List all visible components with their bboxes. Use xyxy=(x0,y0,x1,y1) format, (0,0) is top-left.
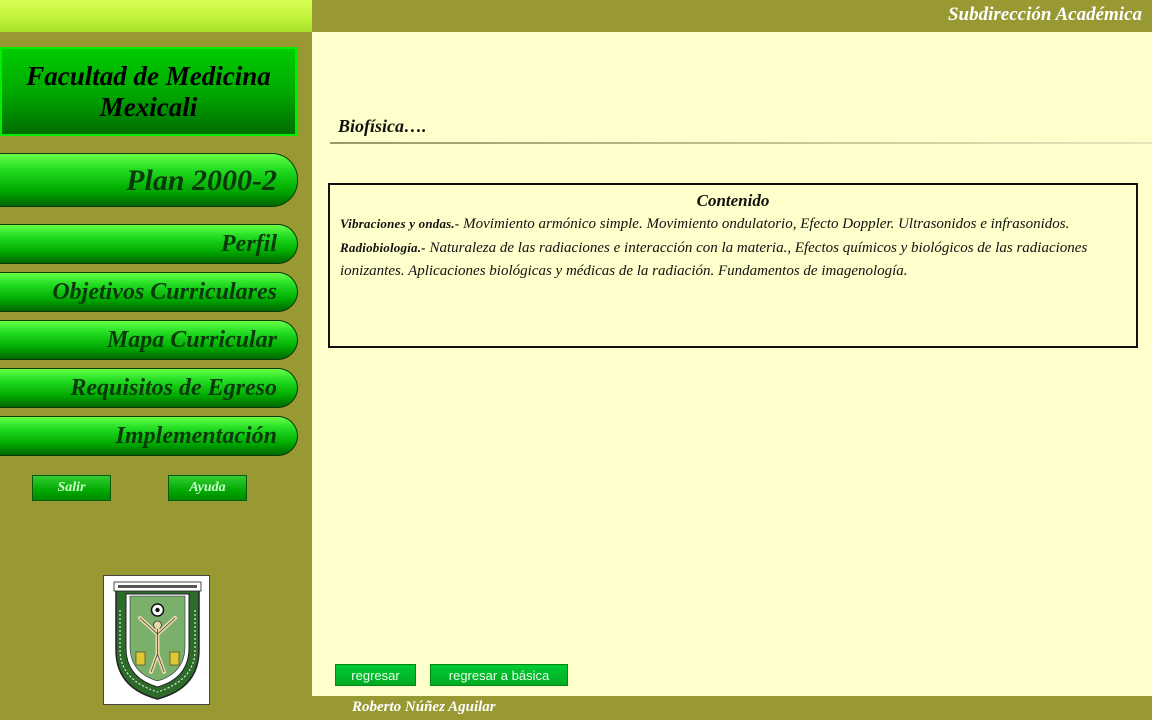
nav-implementacion-label: Implementación xyxy=(115,423,277,449)
header-title: Subdirección Académica xyxy=(947,4,1142,25)
main-panel xyxy=(312,32,1152,696)
back-button[interactable]: regresar xyxy=(335,664,416,686)
nav-requisitos-label: Requisitos de Egreso xyxy=(70,375,277,401)
nav-plan-button[interactable]: Plan 2000-2 xyxy=(0,153,298,207)
back-to-basic-button[interactable]: regresar a básica xyxy=(430,664,568,686)
nav-mapa-label: Mapa Curricular xyxy=(106,327,277,353)
help-button[interactable]: Ayuda xyxy=(168,475,247,501)
content-item-term: Vibraciones y ondas.- xyxy=(340,216,460,231)
content-item-term: Radiobiología.- xyxy=(340,240,426,255)
nav-perfil-button[interactable]: Perfil xyxy=(0,224,298,264)
university-seal-icon xyxy=(113,581,202,700)
footer-author: Roberto Núñez Aguilar xyxy=(352,699,496,715)
faculty-city: Mexicali xyxy=(99,91,198,122)
nav-perfil-label: Perfil xyxy=(221,231,277,257)
content-item: Vibraciones y ondas.- Movimiento armónic… xyxy=(340,212,1126,236)
nav-mapa-button[interactable]: Mapa Curricular xyxy=(0,320,298,360)
footer-bar: Roberto Núñez Aguilar xyxy=(312,696,1152,720)
nav-implementacion-button[interactable]: Implementación xyxy=(0,416,298,456)
nav-plan-label: Plan 2000-2 xyxy=(126,164,277,197)
faculty-name: Facultad de Medicina xyxy=(26,60,271,91)
top-bar: Subdirección Académica xyxy=(312,0,1152,32)
content-item-description: Movimiento armónico simple. Movimiento o… xyxy=(459,216,1070,232)
top-green-strip xyxy=(0,0,312,32)
section-divider xyxy=(330,142,1152,144)
nav-requisitos-button[interactable]: Requisitos de Egreso xyxy=(0,368,298,408)
seal-frame xyxy=(103,575,210,705)
content-item-description: Naturaleza de las radiaciones e interacc… xyxy=(340,240,1088,279)
nav-objetivos-label: Objetivos Curriculares xyxy=(52,279,277,305)
content-item: Radiobiología.- Naturaleza de las radiac… xyxy=(340,236,1126,283)
section-heading: Biofísica…. xyxy=(338,116,427,136)
exit-button[interactable]: Salir xyxy=(32,475,111,501)
faculty-title-box: Facultad de Medicina Mexicali xyxy=(0,47,297,136)
nav-objetivos-button[interactable]: Objetivos Curriculares xyxy=(0,272,298,312)
content-box: Contenido Vibraciones y ondas.- Movimien… xyxy=(328,183,1138,348)
content-title: Contenido xyxy=(696,191,770,210)
